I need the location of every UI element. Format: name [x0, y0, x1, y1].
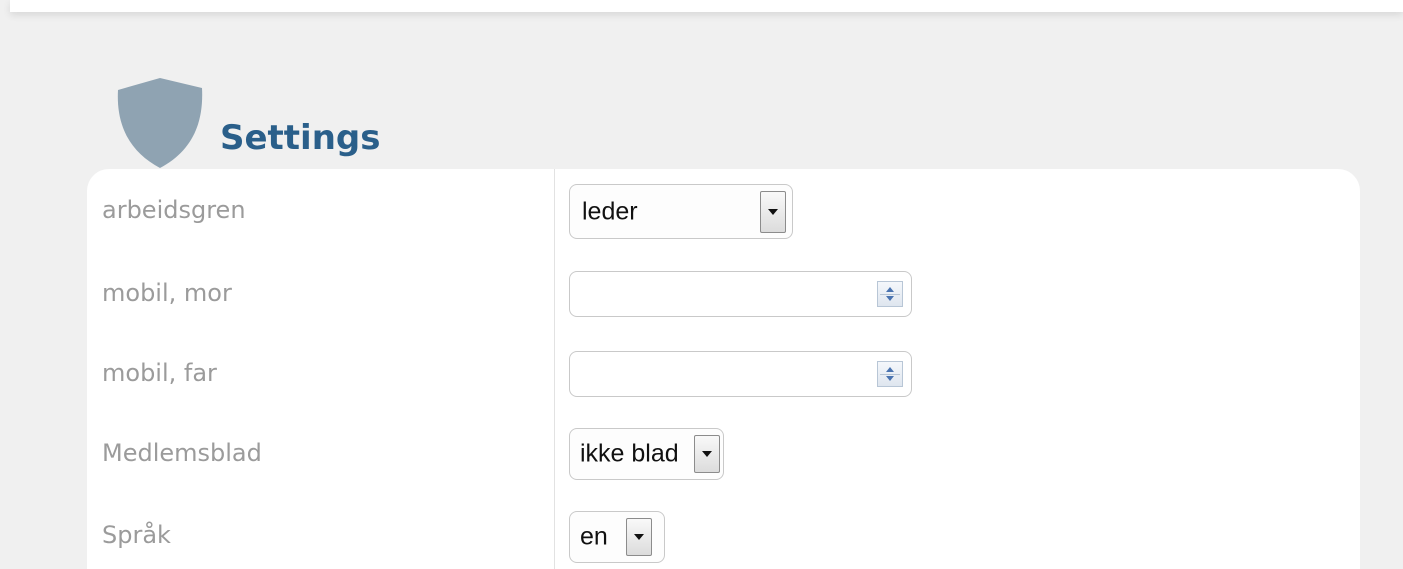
column-divider	[554, 169, 555, 569]
shield-icon	[117, 78, 203, 168]
number-spinner-icon[interactable]	[877, 281, 903, 307]
mobil-far-label: mobil, far	[102, 359, 217, 387]
page-title: Settings	[220, 118, 381, 158]
spinner-down-icon[interactable]	[886, 376, 894, 381]
arbeidsgren-label: arbeidsgren	[102, 196, 246, 224]
mobil-mor-label: mobil, mor	[102, 279, 232, 307]
number-spinner-icon[interactable]	[877, 361, 903, 387]
medlemsblad-select-value: ikke blad	[580, 439, 679, 468]
spinner-down-icon[interactable]	[886, 296, 894, 301]
chevron-down-icon[interactable]	[626, 518, 652, 556]
arbeidsgren-select-value: leder	[582, 197, 638, 225]
spinner-up-icon[interactable]	[886, 287, 894, 292]
sprak-select-value: en	[580, 522, 608, 551]
sprak-label: Språk	[102, 521, 171, 549]
chevron-down-icon[interactable]	[760, 191, 786, 233]
settings-panel: arbeidsgren leder mobil, mor mobil, far …	[87, 169, 1360, 569]
top-bar	[10, 0, 1403, 12]
sprak-select[interactable]: en	[569, 511, 665, 563]
spinner-up-icon[interactable]	[886, 367, 894, 372]
spinner-divider	[880, 374, 900, 375]
mobil-far-input[interactable]	[569, 351, 912, 397]
arbeidsgren-select[interactable]: leder	[569, 184, 793, 239]
chevron-down-icon[interactable]	[694, 435, 720, 473]
medlemsblad-label: Medlemsblad	[102, 439, 262, 467]
medlemsblad-select[interactable]: ikke blad	[569, 428, 724, 480]
spinner-divider	[880, 294, 900, 295]
mobil-mor-input[interactable]	[569, 271, 912, 317]
